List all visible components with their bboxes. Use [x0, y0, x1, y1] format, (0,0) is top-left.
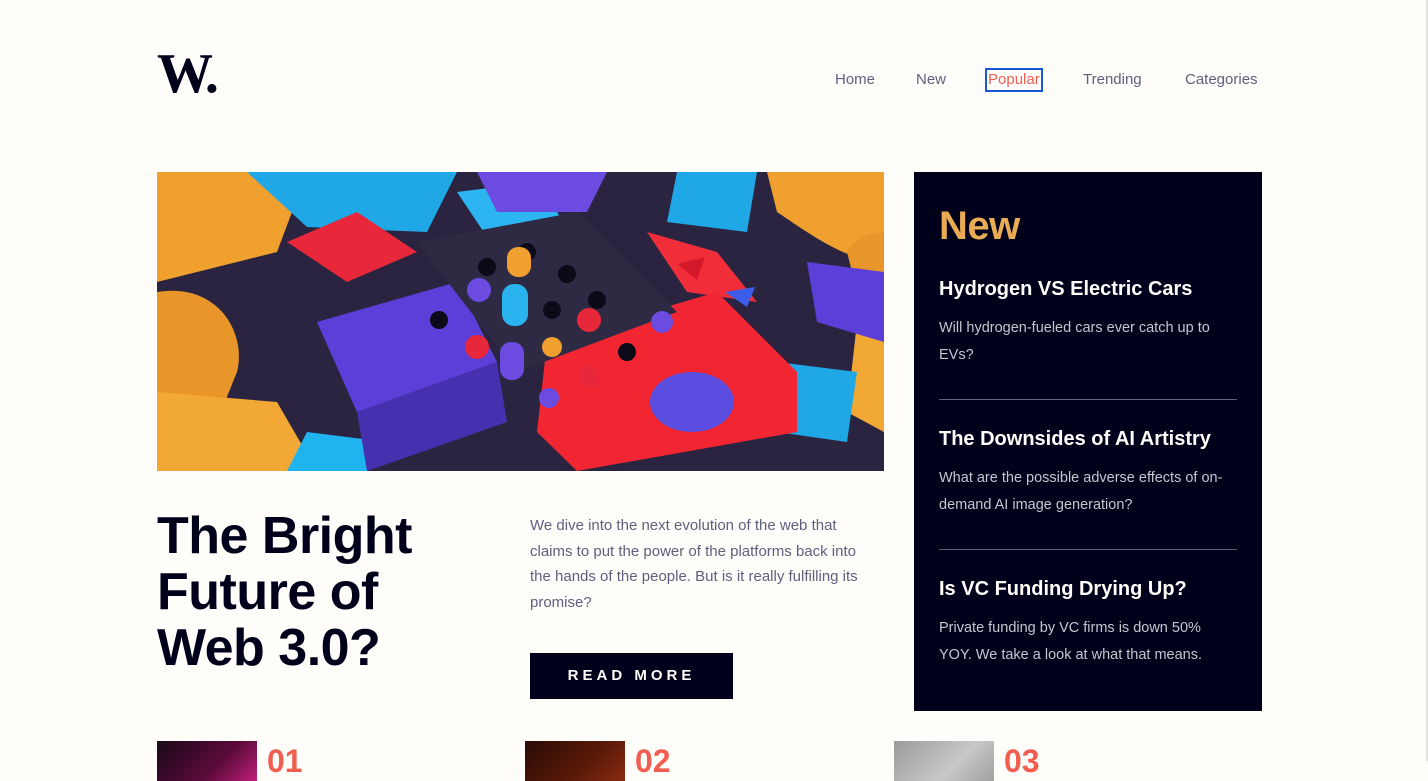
nav-categories[interactable]: Categories: [1185, 70, 1258, 90]
nav-home[interactable]: Home: [835, 70, 875, 90]
new-article-item[interactable]: The Downsides of AI Artistry What are th…: [939, 400, 1237, 550]
hero-description: We dive into the next evolution of the w…: [530, 517, 858, 612]
bottom-article-number: 01: [267, 743, 303, 779]
bottom-article-number: 03: [1004, 743, 1040, 779]
bottom-article-number: 02: [635, 743, 671, 779]
new-article-item[interactable]: Hydrogen VS Electric Cars Will hydrogen-…: [939, 250, 1237, 400]
new-article-summary: Private funding by VC firms is down 50% …: [939, 620, 1203, 663]
main-nav: Home New Popular Trending Categories: [0, 68, 1428, 92]
hero-image: [157, 172, 884, 471]
new-article-item[interactable]: Is VC Funding Drying Up? Private funding…: [939, 550, 1237, 699]
nav-new[interactable]: New: [916, 70, 946, 90]
new-panel-heading: New: [939, 204, 1020, 248]
new-article-title[interactable]: Hydrogen VS Electric Cars: [939, 277, 1237, 301]
bottom-article-thumbnail[interactable]: [157, 741, 257, 781]
hero-illustration: [157, 172, 884, 471]
bottom-article-thumbnail[interactable]: [894, 741, 994, 781]
nav-popular[interactable]: Popular: [985, 68, 1043, 92]
new-article-title[interactable]: The Downsides of AI Artistry: [939, 427, 1237, 451]
new-article-summary: Will hydrogen-fueled cars ever catch up …: [939, 320, 1210, 363]
read-more-button[interactable]: READ MORE: [530, 653, 733, 699]
bottom-article-thumbnail[interactable]: [525, 741, 625, 781]
hero-title: The Bright Future of Web 3.0?: [157, 507, 412, 677]
new-articles-panel: New Hydrogen VS Electric Cars Will hydro…: [914, 172, 1262, 711]
nav-trending[interactable]: Trending: [1083, 70, 1142, 90]
new-article-summary: What are the possible adverse effects of…: [939, 470, 1223, 513]
new-article-title[interactable]: Is VC Funding Drying Up?: [939, 577, 1237, 601]
